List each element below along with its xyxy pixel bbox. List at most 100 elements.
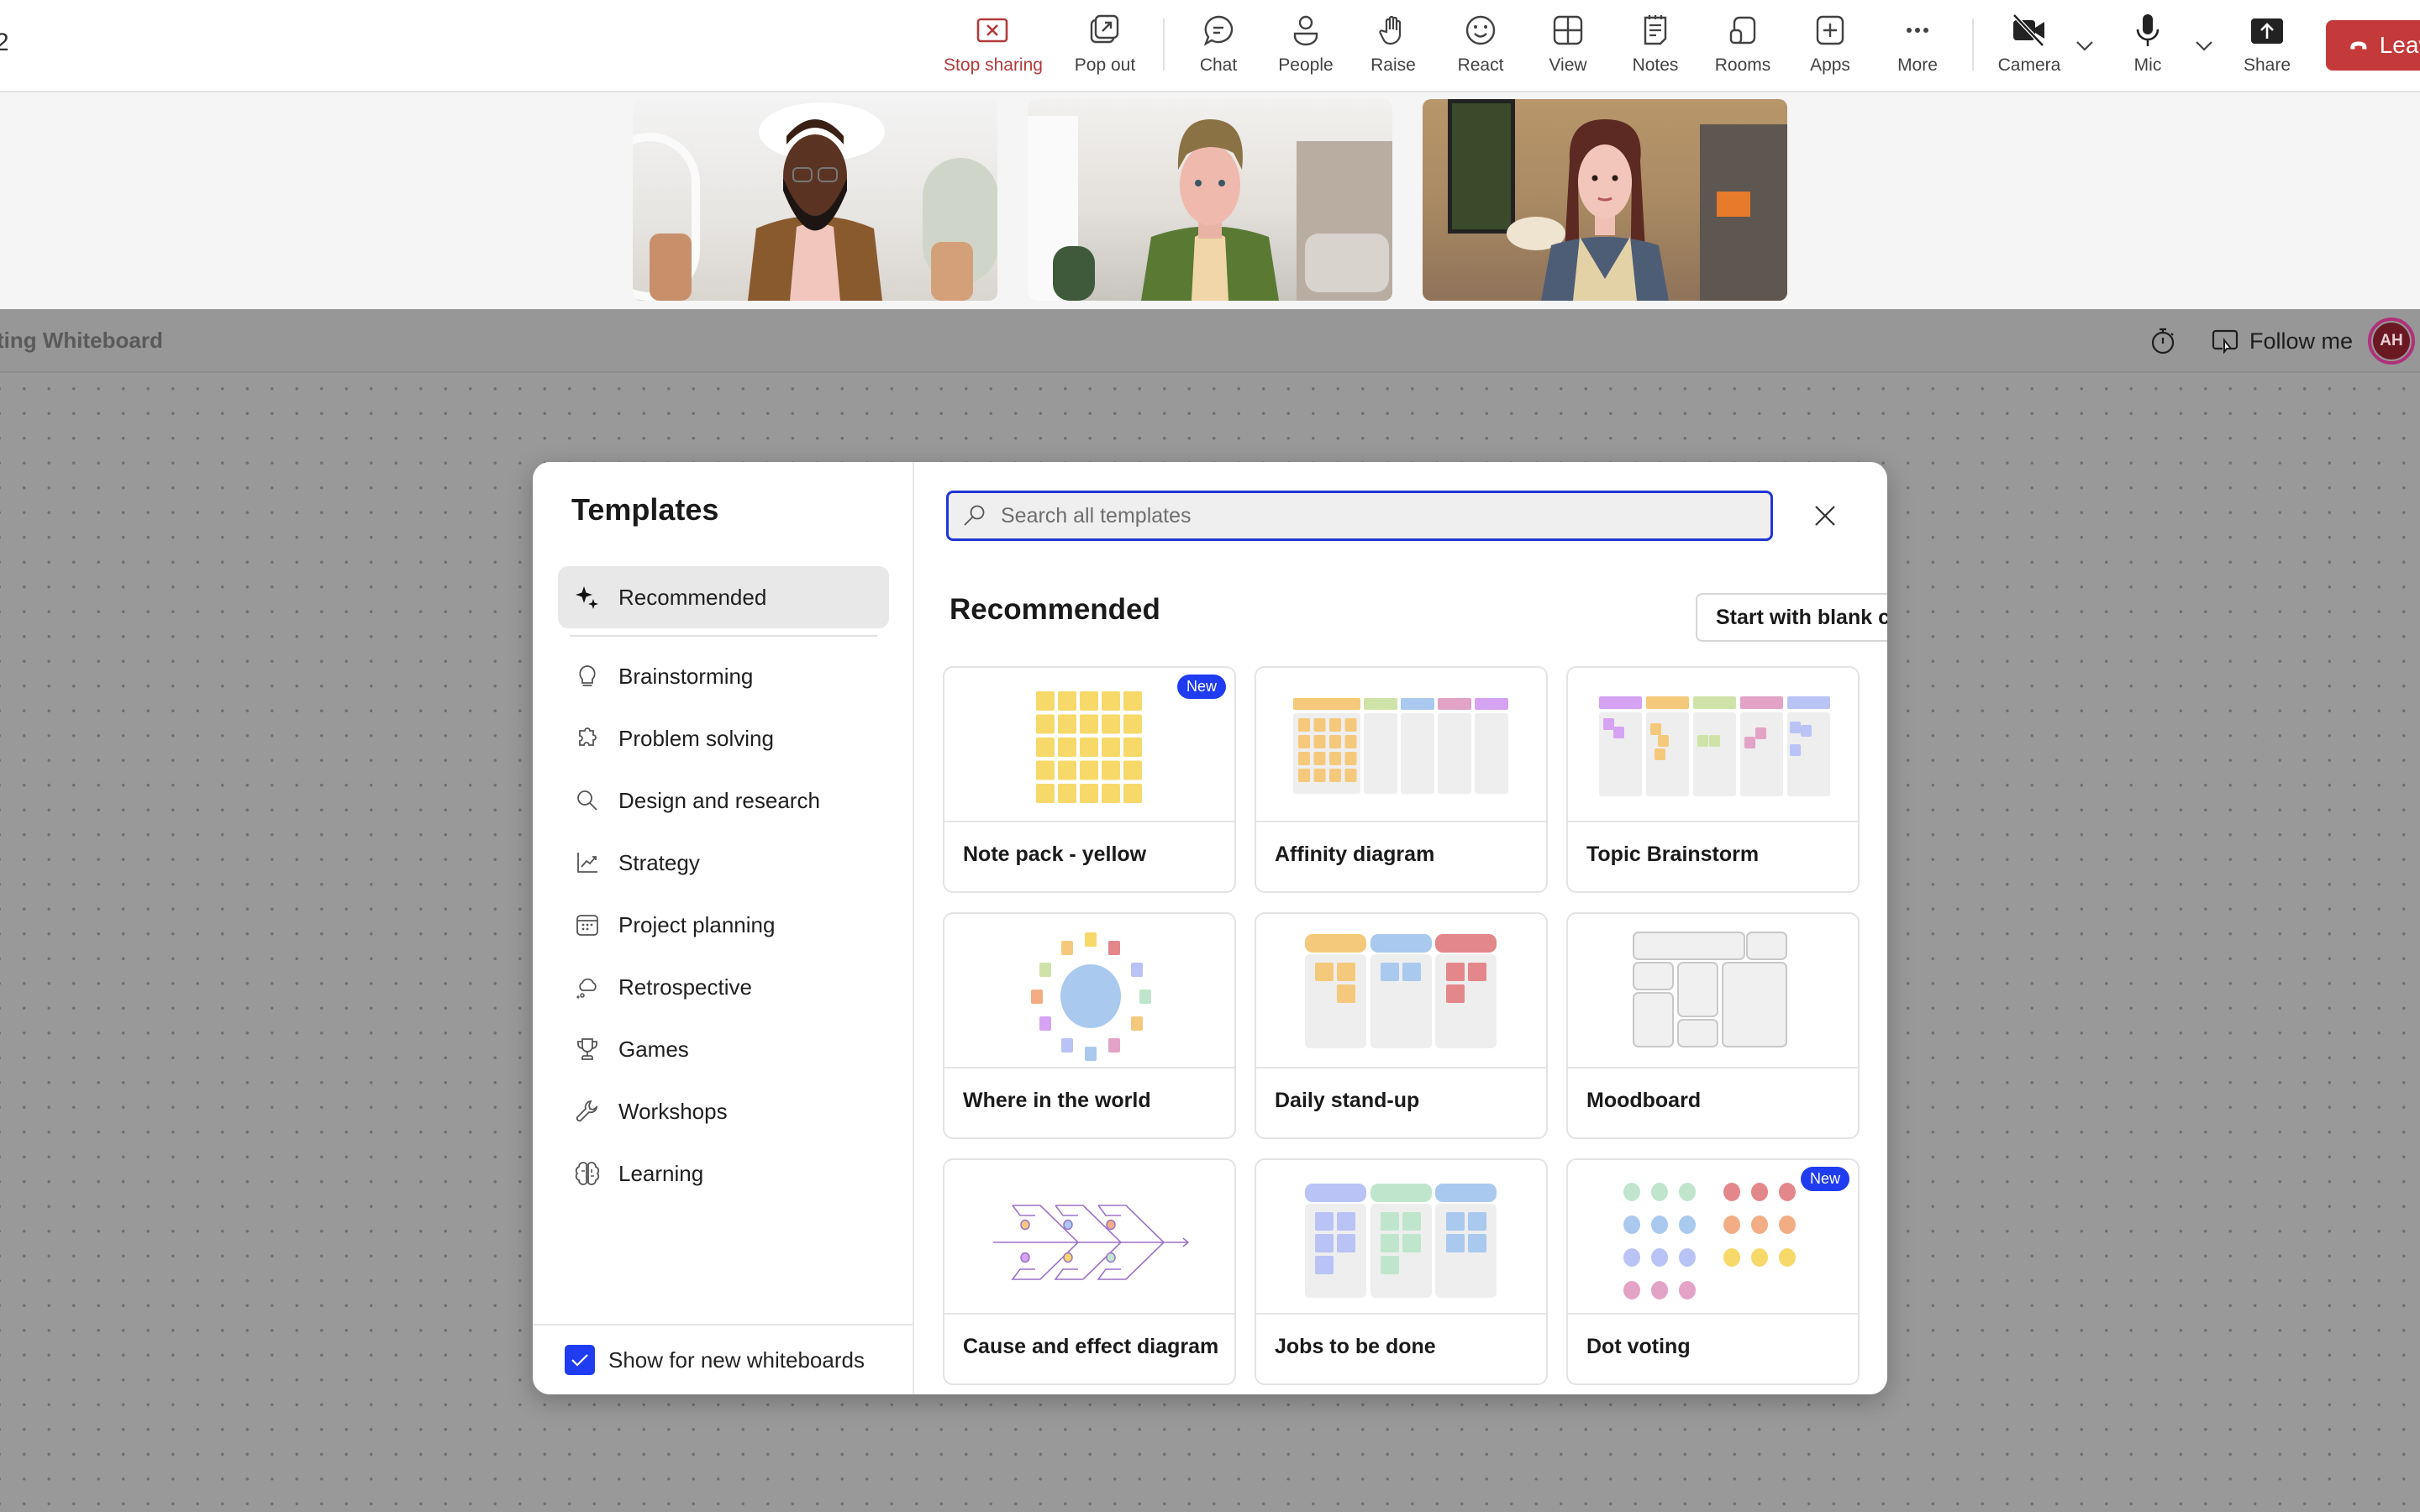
- template-card-dot-voting[interactable]: New Dot voting: [1566, 1158, 1860, 1385]
- notes-button[interactable]: Notes: [1622, 12, 1689, 81]
- category-nav: Recommended Brainstorming Problem solvin…: [558, 566, 889, 1205]
- sticky-note: [1313, 735, 1326, 748]
- mic-button[interactable]: Mic: [2114, 12, 2181, 81]
- category-design-research[interactable]: Design and research: [558, 769, 889, 832]
- category-workshops[interactable]: Workshops: [558, 1080, 889, 1142]
- sticky-note: [1381, 1256, 1399, 1274]
- pop-out-button[interactable]: Pop out: [1067, 12, 1143, 81]
- sticky-note: [1102, 714, 1120, 734]
- sticky-note: [1709, 735, 1720, 747]
- raise-hand-button[interactable]: Raise: [1360, 12, 1427, 81]
- fishbone-preview: [993, 1205, 1190, 1280]
- sticky-note: [1039, 1016, 1051, 1031]
- column-header: [1364, 698, 1397, 710]
- participant-video-strip: [0, 92, 2420, 309]
- show-for-new-whiteboards-checkbox[interactable]: [565, 1345, 595, 1375]
- leave-button[interactable]: Leave: [2326, 20, 2420, 71]
- template-card-moodboard[interactable]: Moodboard: [1566, 912, 1860, 1139]
- sticky-note: [1036, 738, 1055, 757]
- search-input[interactable]: [1001, 493, 1770, 538]
- search-field[interactable]: [946, 491, 1773, 541]
- calendar-icon: [575, 912, 600, 937]
- participant-tile[interactable]: [1423, 99, 1787, 301]
- people-label: People: [1278, 55, 1334, 75]
- close-icon: [1815, 506, 1835, 526]
- participant-tile[interactable]: [1028, 99, 1392, 301]
- sticky-note: [1790, 744, 1801, 756]
- rooms-button[interactable]: Rooms: [1709, 12, 1776, 81]
- stop-sharing-icon: [975, 12, 1012, 49]
- more-button[interactable]: More: [1884, 12, 1951, 81]
- share-button[interactable]: Share: [2233, 12, 2301, 81]
- start-blank-canvas-button[interactable]: Start with blank canvas: [1696, 593, 1887, 642]
- share-label: Share: [2243, 55, 2291, 75]
- category-learning[interactable]: Learning: [558, 1142, 889, 1205]
- category-games[interactable]: Games: [558, 1018, 889, 1080]
- category-strategy[interactable]: Strategy: [558, 832, 889, 894]
- template-card-daily-stand-up[interactable]: Daily stand-up: [1255, 912, 1548, 1139]
- column: [1305, 954, 1366, 1048]
- participant-tile[interactable]: [633, 99, 997, 301]
- people-button[interactable]: People: [1272, 12, 1339, 81]
- sticky-note: [1080, 760, 1098, 780]
- search-icon: [964, 505, 985, 526]
- frame: [1633, 992, 1674, 1047]
- timer-icon[interactable]: [2150, 327, 2175, 355]
- pop-out-icon: [1086, 12, 1123, 49]
- close-dialog-button[interactable]: [1808, 499, 1842, 533]
- vote-dot: [1779, 1215, 1796, 1234]
- chat-icon: [1200, 12, 1237, 49]
- toolbar-divider: [1972, 18, 1974, 71]
- template-card-affinity-diagram[interactable]: Affinity diagram: [1255, 666, 1548, 893]
- sticky-note: [1381, 1212, 1399, 1231]
- sticky-note: [1790, 722, 1801, 733]
- sticky-note: [1381, 963, 1399, 981]
- category-project-planning[interactable]: Project planning: [558, 894, 889, 956]
- globe: [1060, 964, 1121, 1028]
- sticky-note: [1080, 784, 1098, 803]
- sticky-note: [1801, 725, 1812, 737]
- frame: [1746, 932, 1787, 960]
- brain-icon: [575, 1161, 600, 1186]
- stop-sharing-button[interactable]: Stop sharing: [944, 12, 1043, 81]
- pop-out-label: Pop out: [1074, 55, 1136, 75]
- vote-dot: [1651, 1215, 1668, 1234]
- category-label: Learning: [618, 1160, 704, 1186]
- sticky-note: [1744, 737, 1755, 748]
- template-card-cause-and-effect[interactable]: Cause and effect diagram: [943, 1158, 1236, 1385]
- view-label: View: [1549, 55, 1587, 75]
- template-card-where-in-the-world[interactable]: Where in the world: [943, 912, 1236, 1139]
- user-avatar[interactable]: AH: [2368, 318, 2415, 365]
- frame: [1633, 932, 1745, 960]
- category-problem-solving[interactable]: Problem solving: [558, 707, 889, 769]
- template-card-note-pack-yellow[interactable]: New Note pack - yellow: [943, 666, 1236, 893]
- react-button[interactable]: React: [1447, 12, 1514, 81]
- cause-node: [1020, 1219, 1030, 1231]
- chevron-down-icon: [2076, 41, 2093, 51]
- follow-me-button[interactable]: Follow me: [2211, 328, 2368, 354]
- wrench-icon: [575, 1099, 600, 1124]
- jobs-to-be-done-preview: [1305, 1184, 1497, 1298]
- sticky-note: [1036, 784, 1055, 803]
- category-retrospective[interactable]: Retrospective: [558, 956, 889, 1018]
- sticky-note: [1446, 1212, 1465, 1231]
- sticky-note: [1080, 714, 1098, 734]
- camera-button[interactable]: Camera: [1991, 12, 2067, 81]
- apps-button[interactable]: Apps: [1797, 12, 1864, 81]
- cause-node: [1106, 1252, 1116, 1263]
- chat-button[interactable]: Chat: [1185, 12, 1252, 81]
- new-badge: New: [1176, 675, 1226, 699]
- sticky-note: [1344, 769, 1357, 782]
- section-title: Recommended: [950, 593, 1160, 626]
- daily-standup-preview: [1305, 934, 1497, 1048]
- template-card-jobs-to-be-done[interactable]: Jobs to be done: [1255, 1158, 1548, 1385]
- category-recommended[interactable]: Recommended: [558, 566, 889, 628]
- category-brainstorming[interactable]: Brainstorming: [558, 645, 889, 707]
- sticky-note: [1080, 738, 1098, 757]
- view-button[interactable]: View: [1534, 12, 1602, 81]
- mic-options-chevron[interactable]: [2191, 34, 2217, 59]
- template-thumbnail: New: [944, 668, 1234, 822]
- template-name: Where in the world: [963, 1089, 1151, 1112]
- camera-options-chevron[interactable]: [2072, 34, 2097, 59]
- template-card-topic-brainstorm[interactable]: Topic Brainstorm: [1566, 666, 1860, 893]
